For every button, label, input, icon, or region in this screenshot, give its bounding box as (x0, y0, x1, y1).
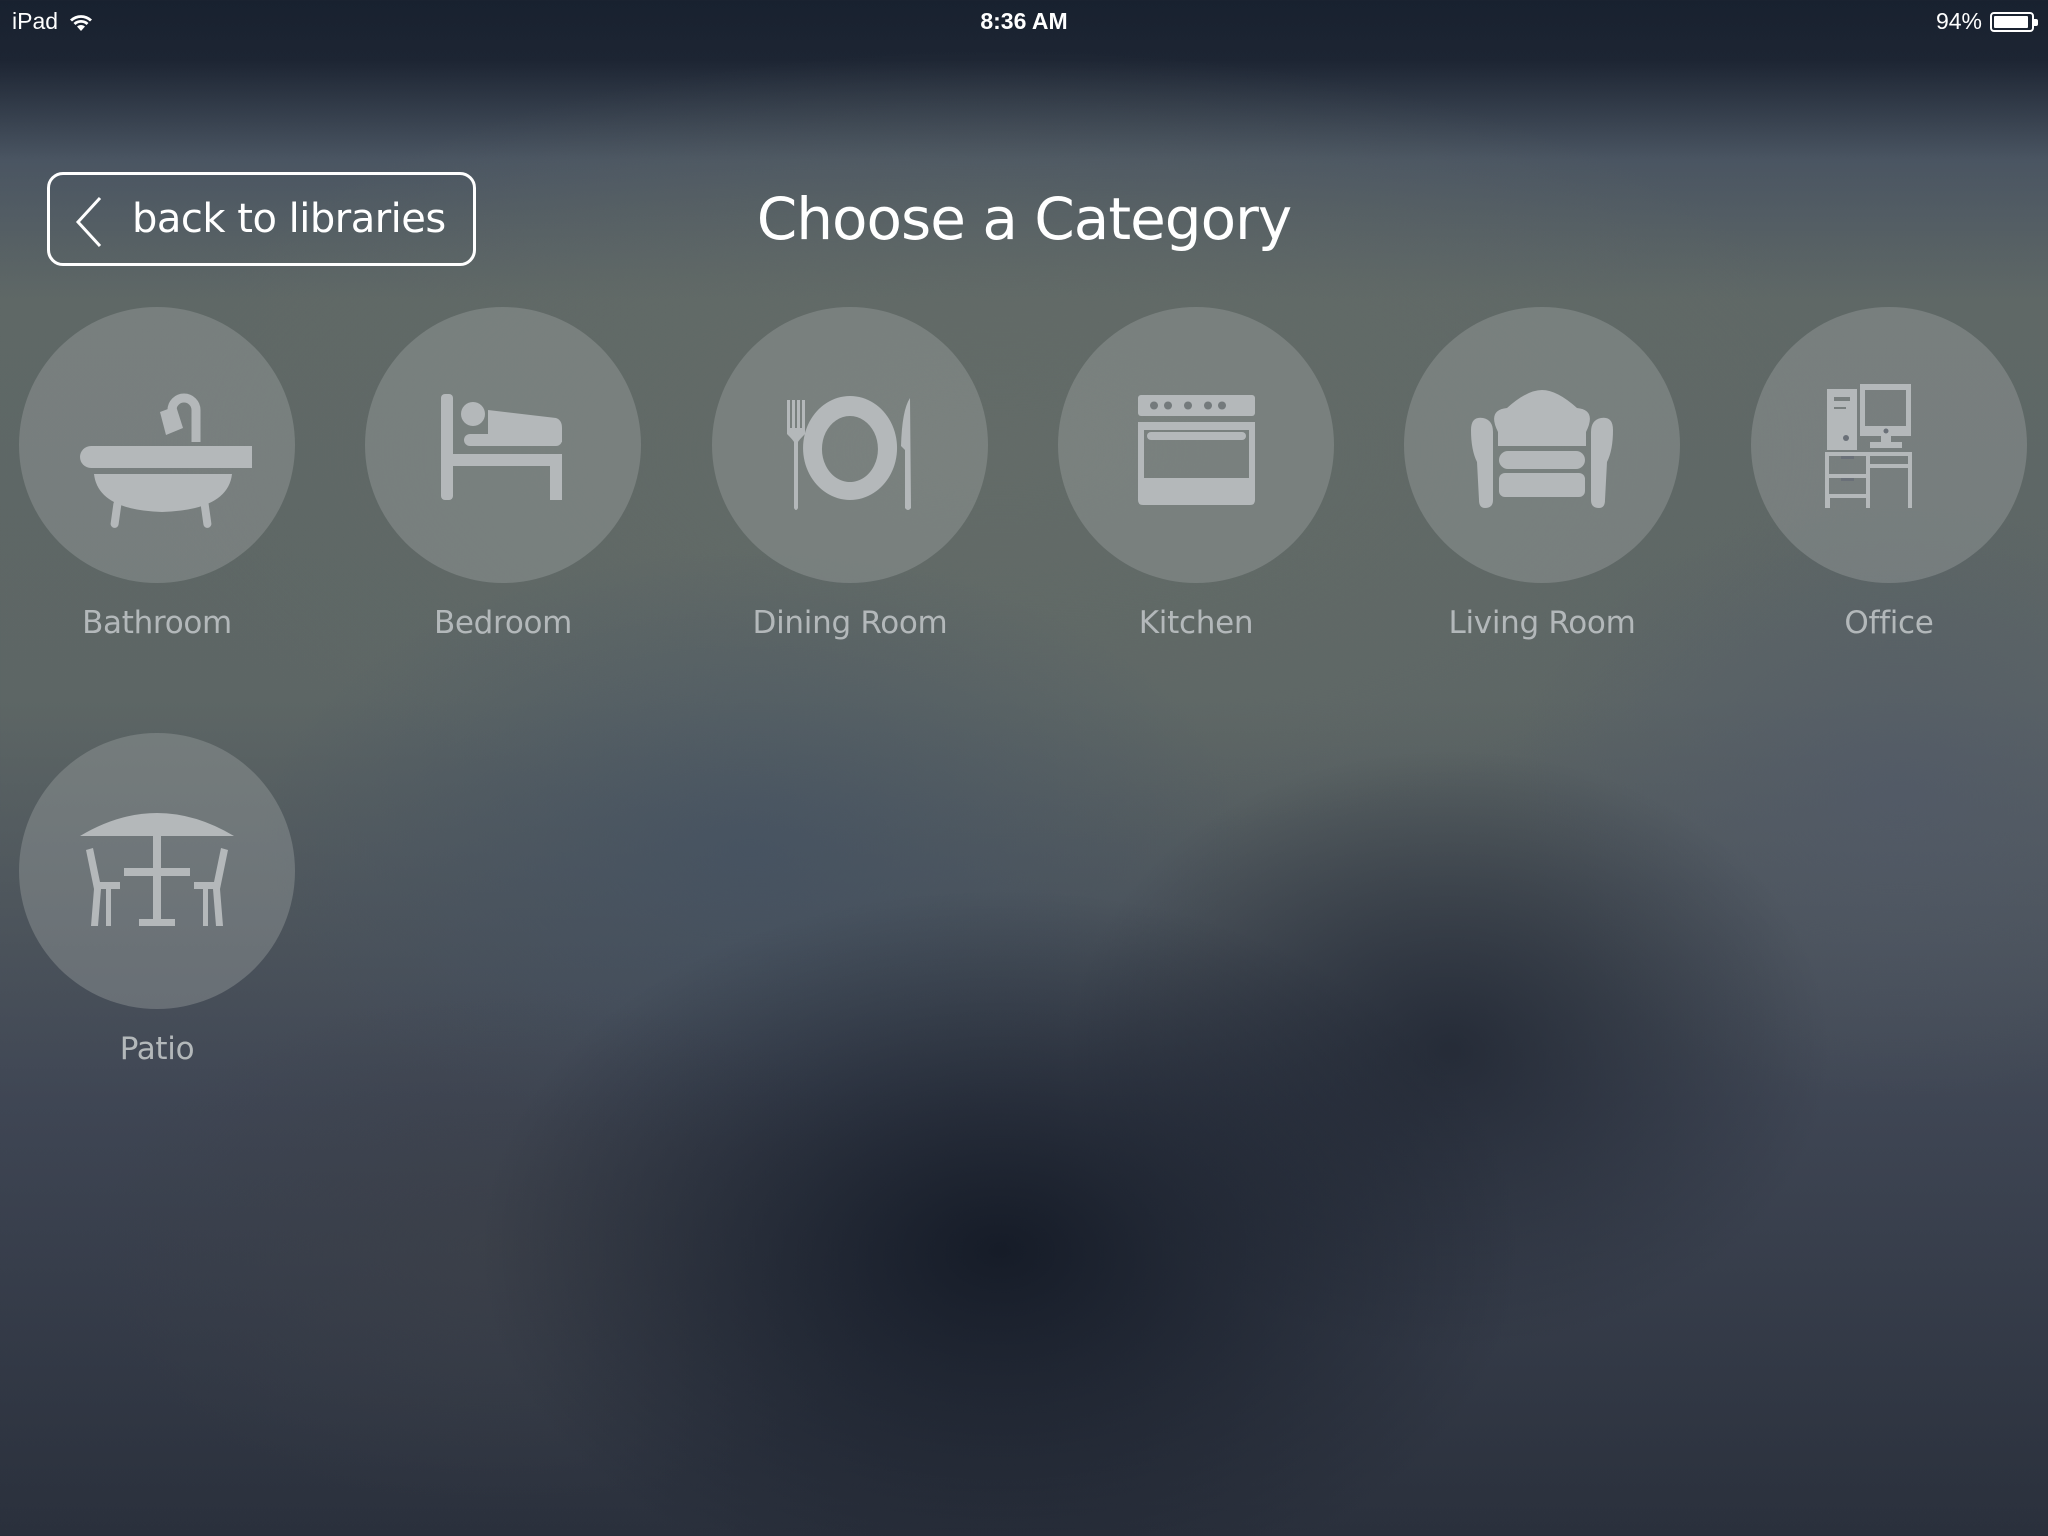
category-circle[interactable] (1751, 307, 2027, 583)
category-label: Bedroom (433, 605, 573, 641)
category-dining-room[interactable]: Dining Room (680, 307, 1020, 643)
status-bar: iPad 8:36 AM 94% (0, 0, 2048, 40)
category-circle[interactable] (365, 307, 641, 583)
category-label: Living Room (1448, 605, 1636, 641)
category-label: Patio (119, 1031, 195, 1067)
battery-percent: 94% (1935, 8, 1982, 34)
category-label: Kitchen (1138, 605, 1254, 641)
patio-table-icon (80, 813, 234, 926)
plate-cutlery-icon (787, 396, 911, 510)
battery-fill (1994, 15, 2028, 28)
category-circle[interactable] (19, 733, 295, 1009)
category-circle[interactable] (19, 307, 295, 583)
battery-icon (1990, 11, 2038, 32)
category-kitchen[interactable]: Kitchen (1026, 307, 1366, 643)
category-label: Office (1844, 605, 1934, 641)
oven-icon (1138, 395, 1255, 505)
category-office[interactable]: Office (1719, 307, 2048, 643)
category-label: Dining Room (752, 605, 948, 641)
category-circle[interactable] (712, 307, 988, 583)
category-patio[interactable]: Patio (0, 733, 327, 1069)
category-label: Bathroom (82, 605, 232, 641)
category-circle[interactable] (1058, 307, 1334, 583)
category-bedroom[interactable]: Bedroom (333, 307, 673, 643)
status-right: 94% (1935, 8, 2038, 35)
bathtub-icon (80, 393, 252, 528)
computer-desk-icon (1825, 384, 1912, 508)
battery-nub (2034, 18, 2038, 26)
category-living-room[interactable]: Living Room (1372, 307, 1712, 643)
category-bathroom[interactable]: Bathroom (0, 307, 327, 643)
bed-icon (441, 394, 562, 500)
armchair-icon (1471, 390, 1613, 508)
page-title: Choose a Category (756, 185, 1292, 253)
category-circle[interactable] (1404, 307, 1680, 583)
status-time: 8:36 AM (980, 8, 1068, 34)
